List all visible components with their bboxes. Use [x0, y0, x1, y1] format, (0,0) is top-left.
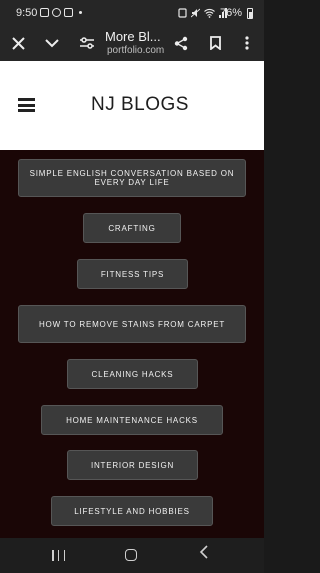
- site-settings-icon[interactable]: [75, 31, 99, 55]
- blog-link-cleaning-hacks[interactable]: CLEANING HACKS: [67, 359, 198, 389]
- notification-icons: [40, 8, 82, 17]
- back-icon[interactable]: [199, 545, 208, 564]
- chevron-down-icon[interactable]: [40, 31, 64, 55]
- site-title[interactable]: NJ BLOGS: [91, 94, 189, 116]
- status-bar: 9:50 76%: [0, 0, 264, 27]
- status-time: 9:50: [16, 7, 38, 19]
- blog-link-crafting[interactable]: CRAFTING: [83, 213, 181, 243]
- blog-link-english-conversation[interactable]: SIMPLE ENGLISH CONVERSATION BASED ON EVE…: [18, 159, 246, 197]
- more-vert-icon[interactable]: [235, 31, 259, 55]
- blog-list: SIMPLE ENGLISH CONVERSATION BASED ON EVE…: [0, 150, 264, 538]
- mute-icon: [191, 8, 200, 18]
- blog-link-remove-stains[interactable]: HOW TO REMOVE STAINS FROM CARPET: [18, 305, 246, 343]
- system-nav-bar: [0, 538, 264, 573]
- file-icon: [64, 8, 73, 17]
- site-header: NJ BLOGS: [0, 61, 264, 150]
- alarm-icon: [178, 8, 187, 18]
- blog-link-home-maintenance[interactable]: HOME MAINTENANCE HACKS: [41, 405, 223, 435]
- battery-icon: [247, 8, 253, 19]
- gallery-icon: [40, 8, 49, 17]
- browser-toolbar: More Bl... portfolio.com: [0, 27, 264, 61]
- home-icon[interactable]: [125, 549, 137, 561]
- share-icon[interactable]: [169, 31, 193, 55]
- blog-link-lifestyle-hobbies[interactable]: LIFESTYLE AND HOBBIES: [51, 496, 213, 526]
- blog-link-interior-design[interactable]: INTERIOR DESIGN: [67, 450, 198, 480]
- page-url[interactable]: portfolio.com: [107, 45, 164, 56]
- menu-icon[interactable]: [18, 98, 35, 112]
- more-notifications-icon: [79, 11, 82, 14]
- close-icon[interactable]: [6, 31, 30, 55]
- bookmark-icon[interactable]: [203, 31, 227, 55]
- wifi-icon: [204, 8, 215, 18]
- messenger-icon: [52, 8, 61, 17]
- recents-icon[interactable]: [52, 550, 65, 561]
- battery-percent: 76%: [220, 7, 243, 19]
- blog-link-fitness-tips[interactable]: FITNESS TIPS: [77, 259, 188, 289]
- page-title: More Bl...: [105, 29, 161, 44]
